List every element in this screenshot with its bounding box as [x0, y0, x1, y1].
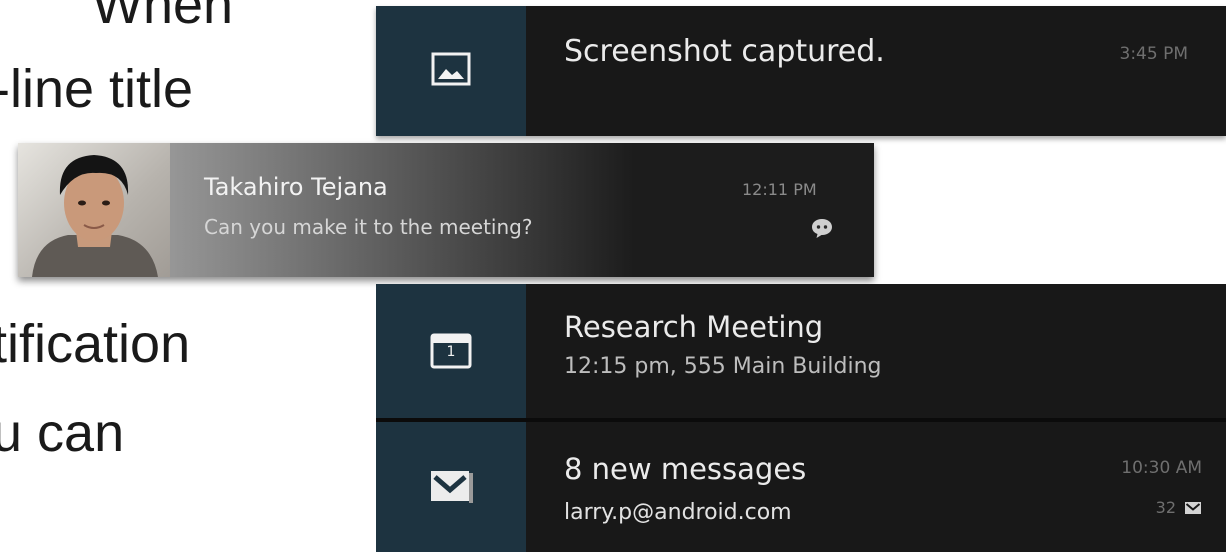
- background-text-line-3: tification: [0, 314, 191, 374]
- screenshot-title: Screenshot captured.: [564, 34, 885, 69]
- mail-small-icon: [1184, 500, 1202, 519]
- gmail-notification[interactable]: 8 new messages larry.p@android.com 10:30…: [376, 422, 1226, 552]
- calendar-icon-number: 1: [446, 344, 456, 360]
- calendar-notification[interactable]: 1 Research Meeting 12:15 pm, 555 Main Bu…: [376, 284, 1226, 418]
- gmail-icon-column: [376, 422, 526, 552]
- calendar-title: Research Meeting: [564, 310, 824, 344]
- gmail-count: 32: [1155, 498, 1176, 517]
- calendar-icon: 1: [430, 332, 472, 370]
- picture-icon: [431, 52, 471, 90]
- calendar-icon-column: 1: [376, 284, 526, 418]
- background-text-line-1: When: [92, 0, 234, 35]
- gmail-icon: [427, 465, 475, 509]
- gmail-time: 10:30 AM: [1121, 458, 1202, 478]
- screenshot-notification[interactable]: Screenshot captured. 3:45 PM: [376, 6, 1226, 136]
- avatar: [18, 143, 170, 277]
- gmail-account: larry.p@android.com: [564, 500, 792, 525]
- calendar-detail: 12:15 pm, 555 Main Building: [564, 354, 882, 379]
- screenshot-time: 3:45 PM: [1119, 44, 1189, 64]
- gmail-title: 8 new messages: [564, 452, 807, 486]
- chat-message: Can you make it to the meeting?: [204, 215, 533, 239]
- chat-sender: Takahiro Tejana: [204, 173, 388, 201]
- chat-bubble-icon: [810, 217, 834, 243]
- chat-notification[interactable]: Takahiro Tejana Can you make it to the m…: [18, 143, 874, 277]
- chat-time: 12:11 PM: [742, 180, 817, 199]
- background-text-line-4: u can: [0, 403, 125, 463]
- screenshot-icon-column: [376, 6, 526, 136]
- background-text-line-2: -line title: [0, 59, 194, 119]
